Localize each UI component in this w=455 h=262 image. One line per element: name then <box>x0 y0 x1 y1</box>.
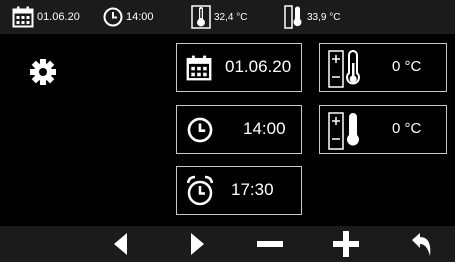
status-time: 14:00 <box>103 0 154 34</box>
date-setting[interactable]: 01.06.20 <box>176 43 302 92</box>
status-date: 01.06.20 <box>12 0 80 34</box>
bottom-toolbar <box>0 226 455 262</box>
minus-icon <box>257 241 283 247</box>
alarm-setting[interactable]: 17:30 <box>176 166 302 215</box>
status-date-text: 01.06.20 <box>37 11 80 23</box>
main-panel: 01.06.20 14:00 17:30 0 °C 0 °C <box>0 34 455 226</box>
thermometer-icon <box>191 5 211 29</box>
outdoor-thermometer-icon <box>284 5 302 29</box>
temp-offset-1-setting[interactable]: 0 °C <box>319 43 447 92</box>
calendar-icon <box>186 55 212 81</box>
clock-icon <box>187 117 213 143</box>
status-temp-inside-text: 32,4 °C <box>214 11 248 23</box>
temp-offset-1-value: 0 °C <box>392 58 422 75</box>
status-time-text: 14:00 <box>126 11 154 23</box>
thermometer-plus-minus-icon <box>328 112 359 150</box>
previous-button[interactable] <box>98 226 142 262</box>
status-temp-outside-text: 33,9 °C <box>307 11 341 23</box>
time-setting[interactable]: 14:00 <box>176 105 302 154</box>
time-value: 14:00 <box>243 119 286 138</box>
status-temp-inside: 32,4 °C <box>191 0 247 34</box>
temp-offset-2-setting[interactable]: 0 °C <box>319 105 447 154</box>
status-bar: 01.06.20 14:00 32,4 °C 33,9 °C <box>0 0 455 34</box>
clock-icon <box>103 7 123 27</box>
next-button[interactable] <box>176 226 220 262</box>
increase-button[interactable] <box>324 226 368 262</box>
return-arrow-icon <box>412 233 431 256</box>
decrease-button[interactable] <box>248 226 292 262</box>
triangle-right-icon <box>191 233 204 255</box>
date-value: 01.06.20 <box>225 57 292 76</box>
alarm-clock-icon <box>186 175 214 206</box>
back-button[interactable] <box>400 226 444 262</box>
thermometer-plus-minus-icon <box>328 50 360 88</box>
alarm-value: 17:30 <box>231 180 274 199</box>
settings-button[interactable] <box>29 58 57 86</box>
triangle-left-icon <box>114 233 127 255</box>
temp-offset-2-value: 0 °C <box>392 120 422 137</box>
plus-icon <box>333 231 359 257</box>
status-temp-outside: 33,9 °C <box>284 0 340 34</box>
calendar-icon <box>12 6 34 28</box>
gear-icon <box>30 59 56 85</box>
